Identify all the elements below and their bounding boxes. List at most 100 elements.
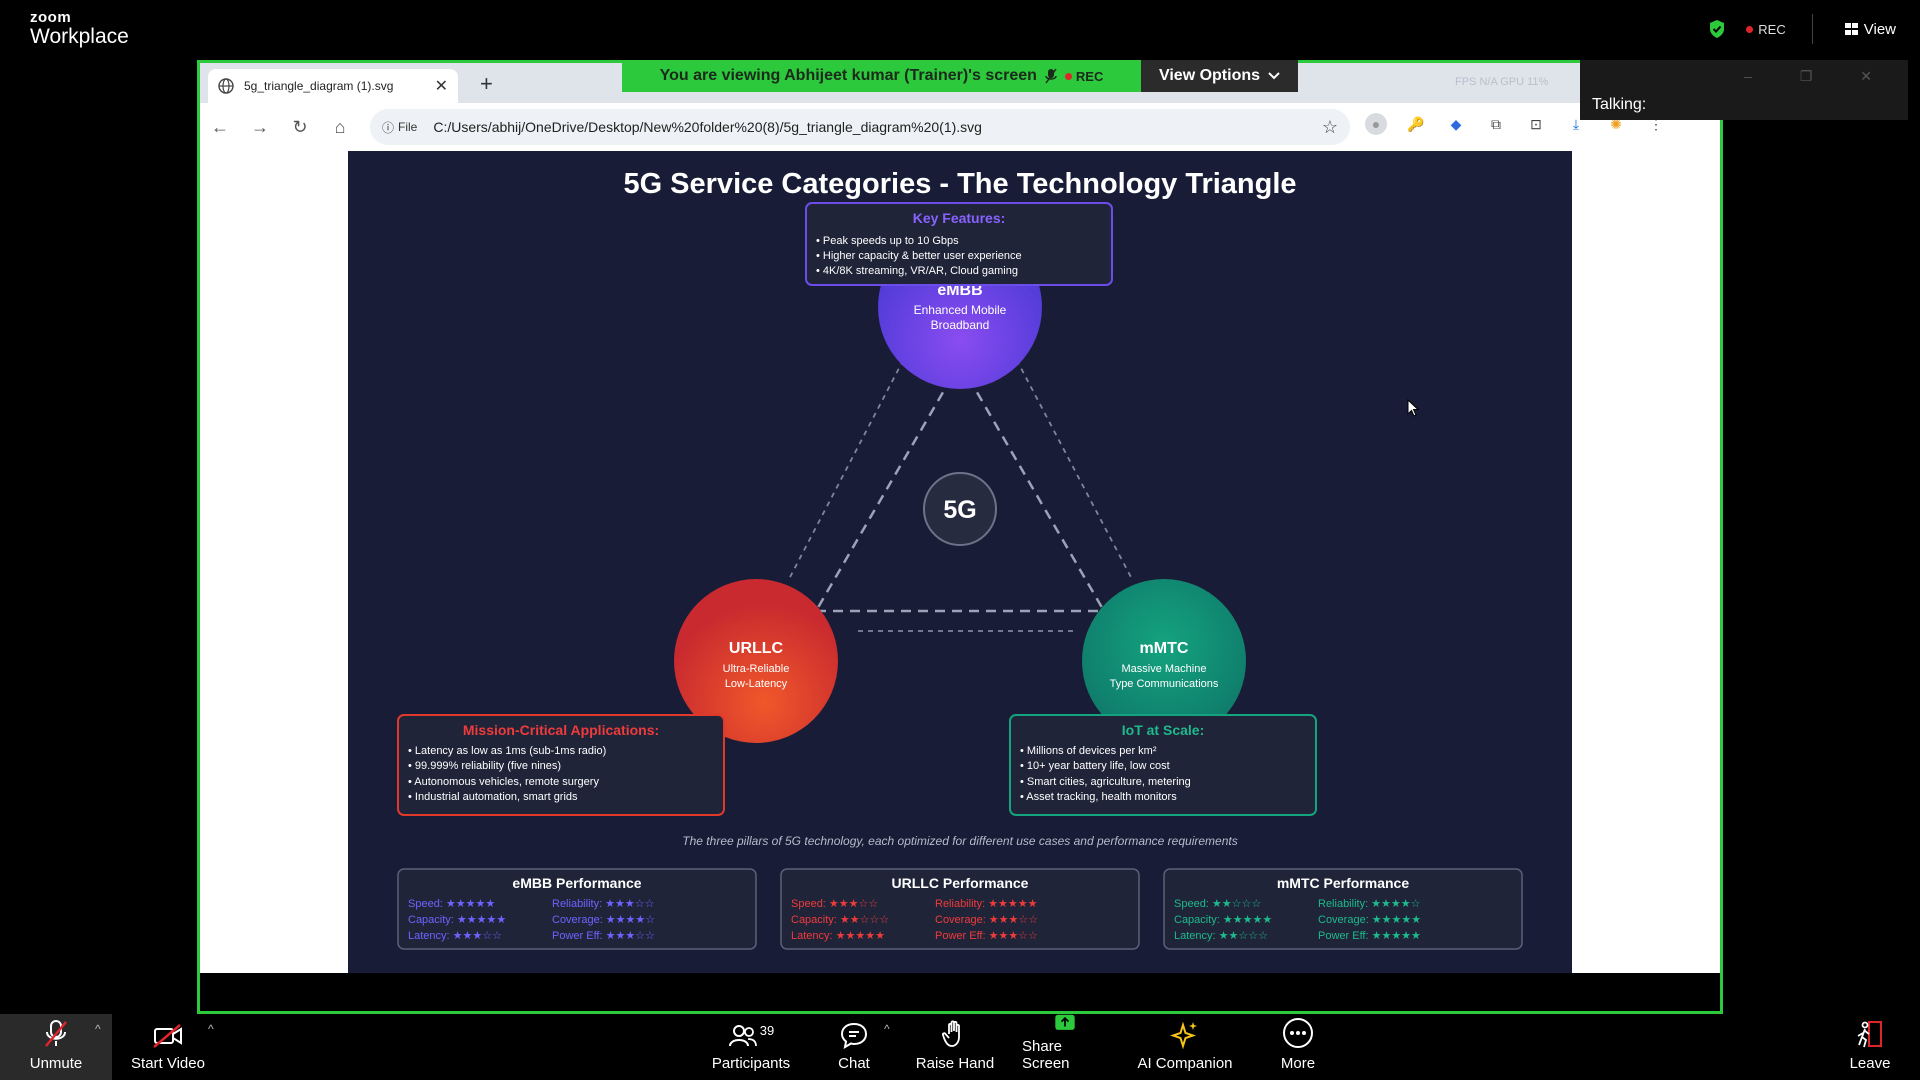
participants-icon-group: 39 — [728, 1023, 774, 1055]
unmute-label: Unmute — [29, 1055, 83, 1072]
raise-hand-button[interactable]: Raise Hand — [915, 1014, 995, 1080]
leave-label: Leave — [1849, 1055, 1891, 1072]
forward-icon[interactable]: → — [240, 117, 280, 138]
view-button[interactable]: View — [1844, 21, 1896, 38]
divider — [1811, 14, 1813, 44]
tab-close-icon[interactable]: ✕ — [435, 76, 448, 96]
video-off-icon — [153, 1024, 182, 1048]
embb-sub1: Enhanced Mobile — [914, 303, 1007, 317]
bookmark-star-icon[interactable]: ☆ — [1322, 117, 1338, 138]
puzzle-extensions-icon[interactable]: ⧉ — [1485, 113, 1507, 135]
mmtc-sub2: Type Communications — [1110, 678, 1219, 690]
diagram-svg: 5G Service Categories - The Technology T… — [397, 168, 1523, 950]
perf-item: Speed: ★★★☆☆ — [791, 898, 878, 910]
diagram-title: 5G Service Categories - The Technology T… — [623, 168, 1296, 200]
fps-readout: FPS N/A GPU 11% — [1455, 76, 1549, 88]
view-options-label: View Options — [1158, 67, 1261, 84]
ai-companion-label: AI Companion — [1137, 1055, 1233, 1072]
embb-feature-2: • Higher capacity & better user experien… — [816, 250, 1022, 262]
mmtc-feature-2: • 10+ year battery life, low cost — [1020, 760, 1170, 772]
window-controls: – ❐ ✕ — [1744, 68, 1894, 84]
home-icon[interactable]: ⌂ — [320, 117, 360, 138]
tab-title: 5g_triangle_diagram (1).svg — [244, 79, 394, 93]
participants-label: Participants — [711, 1055, 791, 1072]
urllc-feature-1: • Latency as low as 1ms (sub-1ms radio) — [408, 745, 606, 757]
recording-indicator[interactable]: REC — [1746, 21, 1786, 37]
leave-icon — [1857, 1021, 1882, 1048]
unmute-button[interactable]: Unmute — [22, 1014, 90, 1080]
more-dots-icon — [1283, 1018, 1313, 1048]
banner-rec-label: REC — [1075, 68, 1104, 84]
perf-item: Power Eff: ★★★☆☆ — [935, 930, 1038, 942]
browser-tab[interactable]: 5g_triangle_diagram (1).svg ✕ — [208, 69, 458, 103]
cast-search-icon[interactable]: ⊡ — [1525, 113, 1547, 135]
perf-item: Power Eff: ★★★☆☆ — [552, 930, 655, 942]
perf-item: Capacity: ★★★★★ — [1174, 914, 1272, 926]
viewing-banner: You are viewing Abhijeet kumar (Trainer)… — [622, 60, 1141, 92]
leave-button[interactable]: Leave — [1849, 1014, 1891, 1080]
security-shield-icon[interactable] — [1708, 19, 1726, 39]
start-video-label: Start Video — [131, 1055, 205, 1072]
tag-extension-icon[interactable]: ◆ — [1445, 113, 1467, 135]
banner-rec: REC — [1064, 68, 1104, 84]
urllc-feature-3: • Autonomous vehicles, remote surgery — [408, 776, 599, 788]
perf-item: Capacity: ★★☆☆☆ — [791, 914, 889, 926]
embb-features-title: Key Features: — [913, 210, 1006, 226]
viewing-banner-text: You are viewing Abhijeet kumar (Trainer)… — [659, 67, 1037, 84]
diagram-canvas: 5G Service Categories - The Technology T… — [348, 151, 1572, 973]
chat-options-caret-icon[interactable]: ^ — [884, 1022, 890, 1036]
video-options-caret-icon[interactable]: ^ — [208, 1022, 214, 1036]
mouse-cursor-icon — [1407, 399, 1419, 417]
raise-hand-icon — [942, 1020, 960, 1047]
urllc-name: URLLC — [729, 640, 784, 657]
audio-options-caret-icon[interactable]: ^ — [95, 1022, 101, 1036]
perf-item: Reliability: ★★★☆☆ — [552, 898, 655, 910]
ai-sparkle-icon — [1170, 1021, 1197, 1049]
profile-extension-icon[interactable]: ● — [1365, 113, 1387, 135]
perf-item: Latency: ★★☆☆☆ — [1174, 930, 1268, 942]
urllc-sub1: Ultra-Reliable — [723, 663, 790, 675]
url-text: C:/Users/abhij/OneDrive/Desktop/New%20fo… — [433, 119, 982, 135]
more-button[interactable]: More — [1278, 1014, 1318, 1080]
reload-icon[interactable]: ↻ — [280, 117, 320, 138]
grid-icon — [1844, 23, 1858, 35]
mmtc-name: mMTC — [1140, 640, 1189, 657]
browser-toolbar: ← → ↻ ⌂ ⓘ File C:/Users/abhij/OneDrive/De… — [200, 103, 1720, 151]
page-area: 5G Service Categories - The Technology T… — [200, 151, 1720, 973]
mmtc-sub1: Massive Machine — [1122, 663, 1207, 675]
file-chip-label: File — [398, 120, 418, 134]
participants-button[interactable]: 39 Participants — [710, 1014, 792, 1080]
embb-feature-3: • 4K/8K streaming, VR/AR, Cloud gaming — [816, 265, 1018, 277]
site-info-chip[interactable]: ⓘ File — [382, 119, 417, 136]
perf-item: Coverage: ★★★☆☆ — [935, 914, 1038, 926]
perf-card-urllc: URLLC Performance Speed: ★★★☆☆ Reliabili… — [780, 868, 1140, 950]
start-video-button[interactable]: Start Video — [128, 1014, 208, 1080]
urllc-sub2: Low-Latency — [725, 678, 788, 690]
perf-item: Speed: ★★☆☆☆ — [1174, 898, 1261, 910]
perf-item: Reliability: ★★★★★ — [935, 898, 1038, 910]
perf-item: Speed: ★★★★★ — [408, 898, 495, 910]
share-screen-icon — [1055, 1014, 1075, 1030]
raise-hand-label: Raise Hand — [915, 1055, 995, 1072]
mmtc-features-title: IoT at Scale: — [1122, 722, 1204, 738]
back-icon[interactable]: ← — [200, 117, 240, 138]
chat-button[interactable]: Chat — [832, 1014, 876, 1080]
center-5g-label: 5G — [943, 496, 976, 524]
more-label: More — [1280, 1055, 1316, 1072]
key-extension-icon[interactable]: 🔑 — [1405, 113, 1427, 135]
perf-card-embb: eMBB Performance Speed: ★★★★★ Reliabilit… — [397, 868, 757, 950]
zoom-top-bar: zoom Workplace REC View — [0, 0, 1920, 58]
perf-item: Coverage: ★★★★★ — [1318, 914, 1421, 926]
new-tab-button[interactable]: + — [480, 71, 493, 97]
microphone-icon — [1045, 68, 1057, 84]
mmtc-feature-1: • Millions of devices per km² — [1020, 745, 1157, 757]
address-bar[interactable]: ⓘ File C:/Users/abhij/OneDrive/Desktop/Ne… — [370, 109, 1350, 145]
chevron-down-icon — [1268, 72, 1280, 80]
rec-label: REC — [1758, 21, 1786, 37]
view-options-button[interactable]: View Options — [1141, 60, 1298, 92]
ai-companion-button[interactable]: AI Companion — [1137, 1014, 1233, 1080]
globe-icon — [218, 78, 234, 94]
share-screen-button[interactable]: Share Screen — [1022, 1014, 1108, 1080]
embb-sub2: Broadband — [931, 318, 990, 332]
perf-item: Capacity: ★★★★★ — [408, 914, 506, 926]
